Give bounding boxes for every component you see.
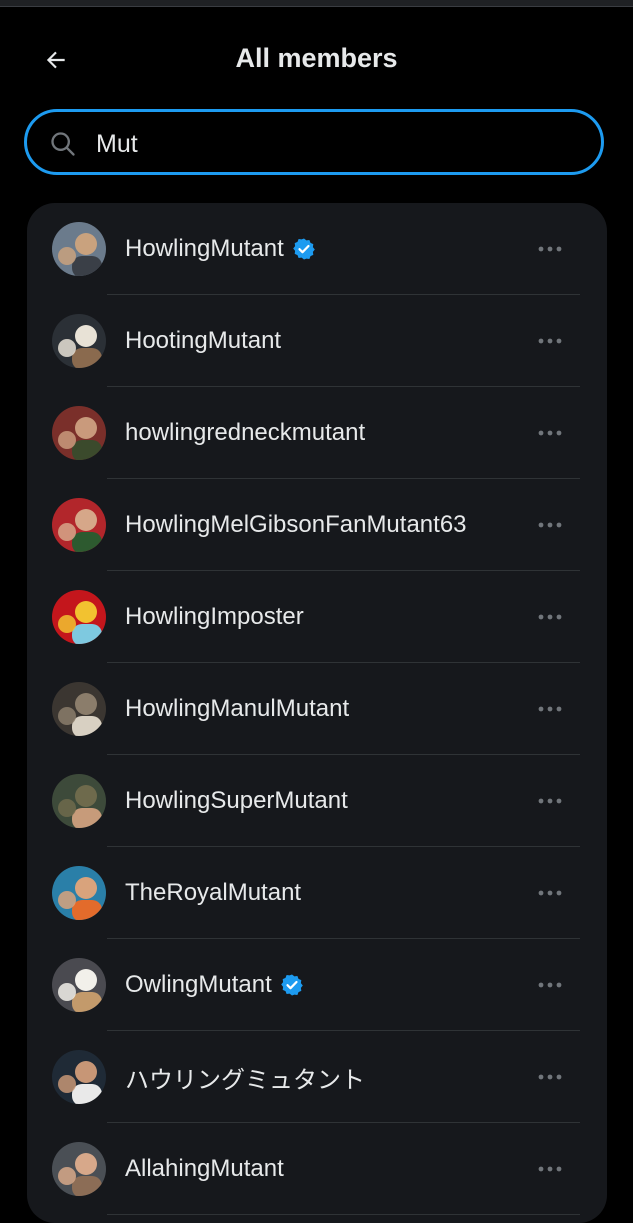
- member-name: TheRoyalMutant: [125, 879, 302, 906]
- search-input[interactable]: [94, 122, 578, 166]
- member-name: ハウリングミュタント: [125, 1066, 365, 1094]
- member-row[interactable]: ハウリングミュタント: [27, 1031, 607, 1123]
- member-name-wrap: HowlingSuperMutant: [125, 755, 348, 847]
- member-name-wrap: AllahingMutant: [125, 1123, 284, 1215]
- more-horizontal-icon: [538, 890, 562, 896]
- header: All members: [0, 20, 633, 96]
- more-horizontal-icon: [538, 706, 562, 712]
- more-options-button[interactable]: [527, 1150, 573, 1188]
- member-row[interactable]: HowlingImposter: [27, 571, 607, 663]
- avatar[interactable]: [52, 314, 106, 368]
- avatar[interactable]: [52, 498, 106, 552]
- member-row[interactable]: howlingredneckmutant: [27, 387, 607, 479]
- member-name-wrap: HowlingMelGibsonFanMutant63: [125, 479, 467, 571]
- member-name: howlingredneckmutant: [125, 419, 366, 446]
- member-name-wrap: HowlingMutant: [125, 203, 316, 295]
- more-horizontal-icon: [538, 522, 562, 528]
- member-row[interactable]: TheRoyalMutant: [27, 847, 607, 939]
- avatar[interactable]: [52, 406, 106, 460]
- member-name: HowlingManulMutant: [125, 695, 350, 722]
- member-name: HowlingMutant: [125, 235, 284, 262]
- search-icon: [51, 132, 75, 156]
- more-options-button[interactable]: [527, 230, 573, 268]
- more-horizontal-icon: [538, 430, 562, 436]
- member-name: OwlingMutant: [125, 971, 272, 998]
- member-name: HowlingSuperMutant: [125, 787, 348, 814]
- more-options-button[interactable]: [527, 1058, 573, 1096]
- avatar[interactable]: [52, 1142, 106, 1196]
- row-divider: [107, 1214, 580, 1215]
- arrow-left-icon: [46, 51, 65, 69]
- members-list: HowlingMutant HootingMutant howlingredneck…: [27, 203, 607, 1223]
- member-name-wrap: OwlingMutant: [125, 939, 304, 1031]
- more-options-button[interactable]: [527, 414, 573, 452]
- more-options-button[interactable]: [527, 322, 573, 360]
- top-edge: [0, 0, 633, 7]
- more-options-button[interactable]: [527, 966, 573, 1004]
- verified-badge-icon: [280, 973, 304, 997]
- member-name-wrap: HowlingImposter: [125, 571, 304, 663]
- more-options-button[interactable]: [527, 598, 573, 636]
- avatar[interactable]: [52, 866, 106, 920]
- member-name-wrap: ハウリングミュタント: [125, 1031, 365, 1123]
- more-horizontal-icon: [538, 338, 562, 344]
- avatar[interactable]: [52, 682, 106, 736]
- member-name-wrap: TheRoyalMutant: [125, 847, 301, 939]
- member-row[interactable]: AllahingMutant: [27, 1123, 607, 1215]
- verified-badge-icon: [292, 237, 316, 261]
- member-row[interactable]: HowlingSuperMutant: [27, 755, 607, 847]
- avatar[interactable]: [52, 774, 106, 828]
- more-horizontal-icon: [538, 982, 562, 988]
- more-options-button[interactable]: [527, 690, 573, 728]
- member-row[interactable]: HootingMutant: [27, 295, 607, 387]
- more-horizontal-icon: [538, 1074, 562, 1080]
- member-row[interactable]: HowlingManulMutant: [27, 663, 607, 755]
- member-name: HowlingMelGibsonFanMutant63: [125, 511, 467, 538]
- member-name-wrap: HootingMutant: [125, 295, 281, 387]
- more-horizontal-icon: [538, 246, 562, 252]
- back-button[interactable]: [34, 38, 78, 82]
- member-row[interactable]: HowlingMelGibsonFanMutant63: [27, 479, 607, 571]
- member-row[interactable]: OwlingMutant: [27, 939, 607, 1031]
- page-title: All members: [235, 43, 398, 73]
- search-box[interactable]: [24, 109, 604, 175]
- member-row[interactable]: HowlingMutant: [27, 203, 607, 295]
- more-options-button[interactable]: [527, 506, 573, 544]
- member-name: AllahingMutant: [125, 1155, 284, 1182]
- more-horizontal-icon: [538, 798, 562, 804]
- more-options-button[interactable]: [527, 874, 573, 912]
- avatar[interactable]: [52, 222, 106, 276]
- more-options-button[interactable]: [527, 782, 573, 820]
- avatar[interactable]: [52, 1050, 106, 1104]
- member-name-wrap: howlingredneckmutant: [125, 387, 365, 479]
- member-name-wrap: HowlingManulMutant: [125, 663, 349, 755]
- more-horizontal-icon: [538, 1166, 562, 1172]
- member-name: HootingMutant: [125, 327, 282, 354]
- more-horizontal-icon: [538, 614, 562, 620]
- avatar[interactable]: [52, 590, 106, 644]
- member-name: HowlingImposter: [125, 603, 304, 630]
- avatar[interactable]: [52, 958, 106, 1012]
